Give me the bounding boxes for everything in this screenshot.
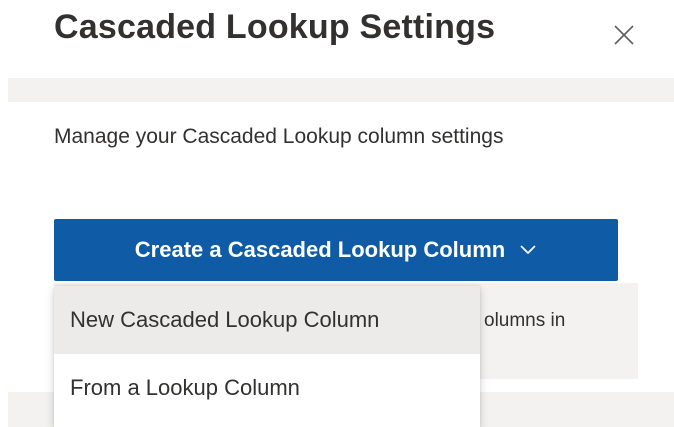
header-divider-band [8,78,674,102]
panel-title: Cascaded Lookup Settings [54,8,496,46]
info-text: olumns in [484,310,566,331]
close-button[interactable] [607,18,641,52]
menu-item-label: New Cascaded Lookup Column [70,307,380,332]
menu-item-from-lookup-column[interactable]: From a Lookup Column [54,354,480,422]
create-dropdown-menu: New Cascaded Lookup Column From a Lookup… [54,286,480,427]
create-button-label: Create a Cascaded Lookup Column [134,237,506,262]
chevron-down-icon [520,245,536,255]
create-cascaded-lookup-button[interactable]: Create a Cascaded Lookup Column [54,219,618,281]
settings-description: Manage your Cascaded Lookup column setti… [54,125,504,148]
menu-item-new-cascaded-lookup-column[interactable]: New Cascaded Lookup Column [54,286,480,354]
close-icon [614,25,634,45]
menu-item-label: From a Lookup Column [70,375,300,400]
